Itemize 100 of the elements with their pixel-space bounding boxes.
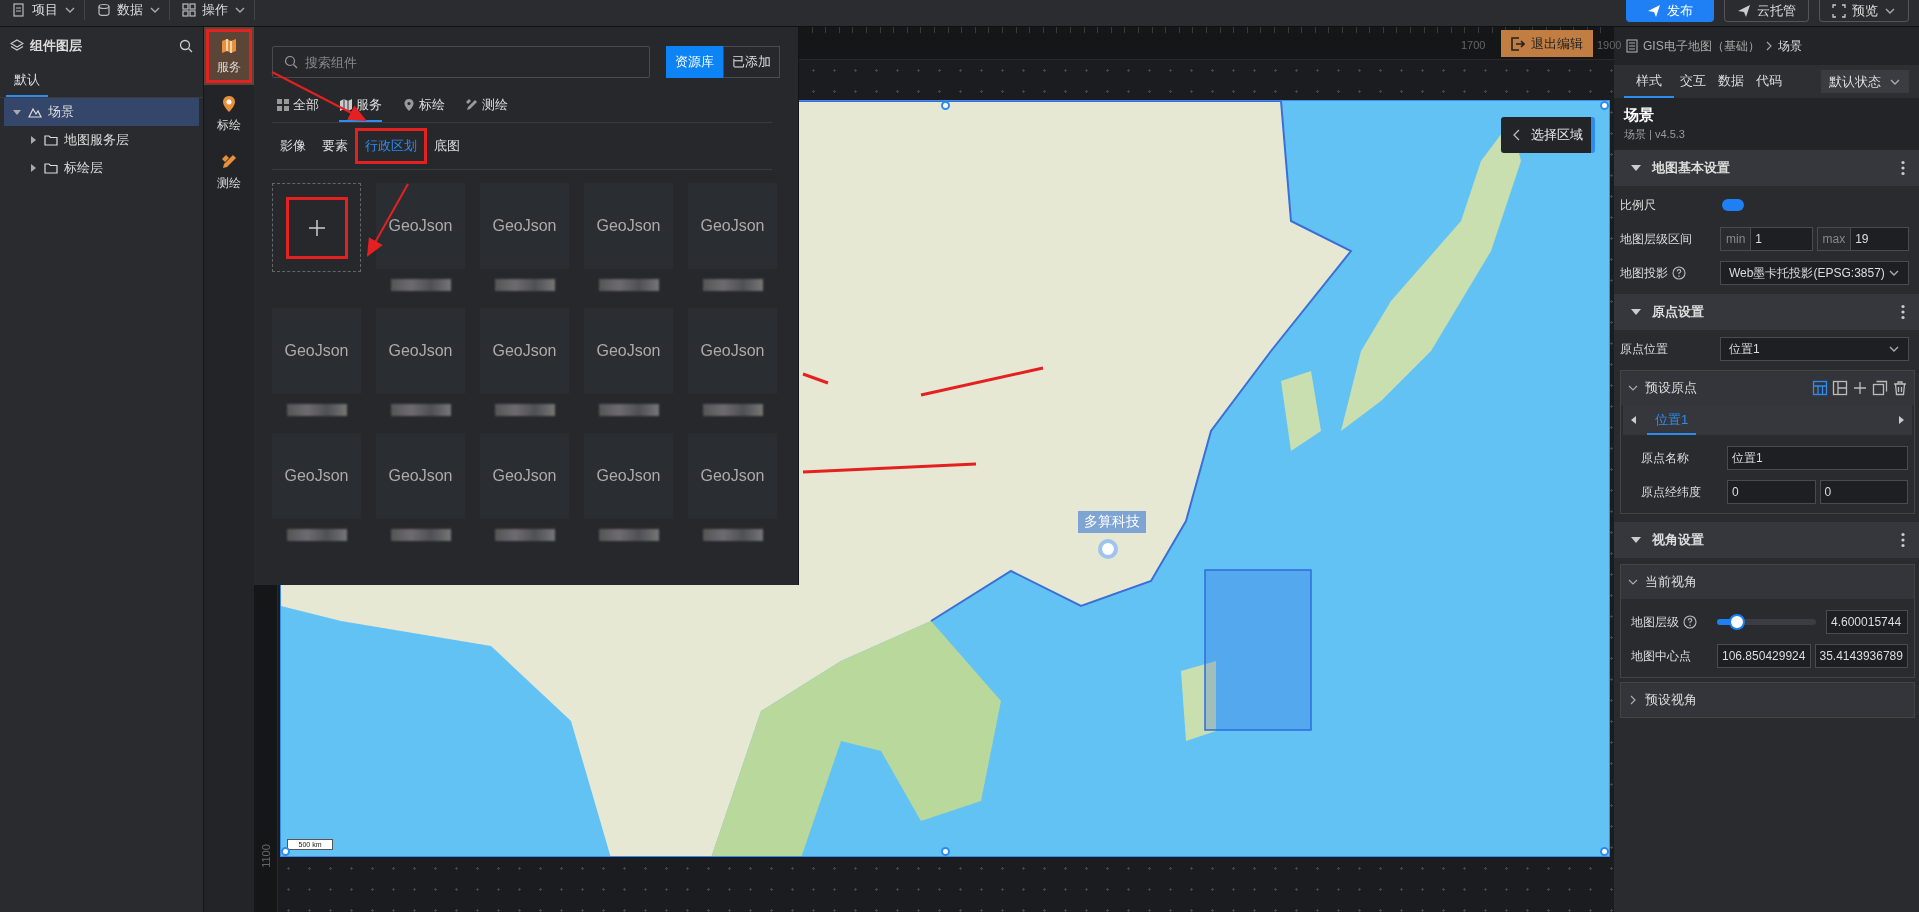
section-header[interactable]: 视角设置	[1614, 522, 1919, 558]
more-icon[interactable]	[1901, 304, 1905, 320]
breadcrumb-item[interactable]: GIS电子地图（基础）	[1643, 37, 1760, 55]
tree-item[interactable]: 场景	[4, 98, 199, 126]
sidebar-tab[interactable]: 标绘	[204, 85, 254, 143]
exit-icon	[1511, 36, 1525, 51]
sidebar-tab[interactable]: 服务	[204, 27, 254, 85]
filter-tab[interactable]: 底图	[428, 129, 466, 163]
text-input[interactable]: 106.850429924	[1717, 644, 1811, 668]
preview-button[interactable]: 预览	[1819, 0, 1909, 22]
tab[interactable]: 数据	[1712, 65, 1750, 98]
breadcrumb-item[interactable]: 场景	[1777, 37, 1802, 55]
chevron-right-icon	[1764, 40, 1773, 52]
component-card[interactable]: GeoJson	[584, 183, 673, 270]
tab[interactable]: 代码	[1750, 65, 1788, 98]
scroll-left-icon[interactable]	[1629, 415, 1637, 425]
component-card[interactable]: GeoJson	[480, 433, 569, 520]
mountain-icon	[28, 106, 42, 118]
ruler-label: 1700	[1461, 39, 1486, 51]
group-header[interactable]: 当前视角	[1621, 565, 1914, 599]
help-icon	[1683, 615, 1697, 629]
blurred-caption	[598, 529, 659, 541]
table-icon[interactable]	[1812, 380, 1828, 396]
more-icon[interactable]	[1901, 160, 1905, 176]
text-input[interactable]: 0	[1819, 480, 1908, 504]
document-icon	[12, 3, 26, 17]
component-card[interactable]: GeoJson	[272, 308, 361, 395]
field-label: 原点经纬度	[1641, 483, 1701, 501]
field-prefix: min	[1720, 227, 1752, 251]
number-input[interactable]: 1	[1751, 227, 1813, 251]
component-card[interactable]: GeoJson	[480, 308, 569, 395]
category-tab[interactable]: 全部	[276, 96, 319, 122]
more-icon[interactable]	[1901, 532, 1905, 548]
segment-button[interactable]: 已添加	[723, 46, 780, 78]
component-card[interactable]: GeoJson	[584, 433, 673, 520]
category-tab[interactable]: 服务	[339, 96, 382, 122]
folder-icon	[44, 134, 58, 146]
plus-icon[interactable]	[1852, 380, 1868, 396]
section-title: 地图基本设置	[1652, 159, 1731, 177]
resize-handle[interactable]	[281, 847, 290, 856]
text-input[interactable]: 35.4143936789	[1814, 644, 1908, 668]
trash-icon[interactable]	[1892, 380, 1908, 396]
component-card[interactable]: GeoJson	[376, 308, 465, 395]
document-icon	[1626, 39, 1638, 53]
annotation-line	[802, 372, 829, 385]
pin-icon	[220, 94, 238, 113]
number-input[interactable]: 4.600015744	[1826, 610, 1908, 634]
component-card[interactable]: GeoJson	[688, 183, 777, 270]
section-header[interactable]: 原点设置	[1614, 294, 1919, 330]
category-tab[interactable]: 测绘	[465, 96, 508, 122]
search-icon[interactable]	[179, 39, 193, 53]
component-card[interactable]: GeoJson	[376, 433, 465, 520]
text-input[interactable]: 0	[1727, 480, 1816, 504]
component-card[interactable]: GeoJson	[376, 183, 465, 270]
section-header[interactable]: 地图基本设置	[1614, 150, 1919, 186]
resize-handle[interactable]	[941, 101, 950, 110]
publish-button[interactable]: 发布	[1626, 0, 1714, 22]
tab[interactable]: 位置1	[1647, 405, 1697, 435]
field-prefix: max	[1816, 227, 1852, 251]
exit-edit-button[interactable]: 退出编辑	[1501, 30, 1593, 57]
dropdown[interactable]: 位置1	[1720, 337, 1909, 361]
ruler-label: 1900	[1597, 39, 1622, 51]
component-card[interactable]: GeoJson	[584, 308, 673, 395]
select-region-button[interactable]: 选择区域	[1501, 117, 1595, 153]
component-card[interactable]: GeoJson	[480, 183, 569, 270]
state-dropdown[interactable]: 默认状态	[1821, 70, 1909, 93]
add-button[interactable]	[272, 183, 361, 272]
toggle-switch[interactable]	[1722, 199, 1744, 211]
group-header[interactable]: 预设视角	[1621, 683, 1914, 717]
layout-icon[interactable]	[1832, 380, 1848, 396]
category-tab[interactable]: 标绘	[402, 96, 445, 122]
grid-icon	[276, 98, 290, 112]
panel-title: 组件图层	[30, 37, 83, 55]
segment-button[interactable]: 资源库	[666, 46, 723, 78]
group-header[interactable]: 预设原点	[1621, 371, 1914, 405]
deploy-button[interactable]: 云托管	[1724, 0, 1809, 22]
resize-handle[interactable]	[1600, 101, 1609, 110]
number-input[interactable]: 19	[1851, 227, 1909, 251]
search-field[interactable]: 搜索组件	[272, 46, 650, 78]
scroll-right-icon[interactable]	[1898, 415, 1906, 425]
component-card[interactable]: GeoJson	[688, 308, 777, 395]
filter-tab[interactable]: 行政区划	[358, 131, 424, 161]
resize-handle[interactable]	[941, 847, 950, 856]
dropdown[interactable]: Web墨卡托投影(EPSG:3857)	[1720, 261, 1909, 285]
sidebar-tab[interactable]: 测绘	[204, 143, 254, 201]
copy-icon[interactable]	[1872, 380, 1888, 396]
component-version: 场景 | v4.5.3	[1624, 127, 1686, 142]
filter-tab[interactable]: 要素	[316, 129, 354, 163]
filter-tab[interactable]: 影像	[274, 129, 312, 163]
tree-item[interactable]: 标绘层	[4, 154, 199, 182]
component-card[interactable]: GeoJson	[688, 433, 777, 520]
slider-handle[interactable]	[1728, 614, 1745, 630]
tree-item[interactable]: 地图服务层	[4, 126, 199, 154]
ruler-pencil-icon	[465, 98, 479, 112]
text-input[interactable]: 位置1	[1727, 446, 1908, 470]
blurred-caption	[494, 529, 555, 541]
slider-track[interactable]	[1717, 614, 1816, 630]
component-card[interactable]: GeoJson	[272, 433, 361, 520]
resize-handle[interactable]	[1600, 847, 1609, 856]
tab[interactable]: 交互	[1674, 65, 1712, 98]
